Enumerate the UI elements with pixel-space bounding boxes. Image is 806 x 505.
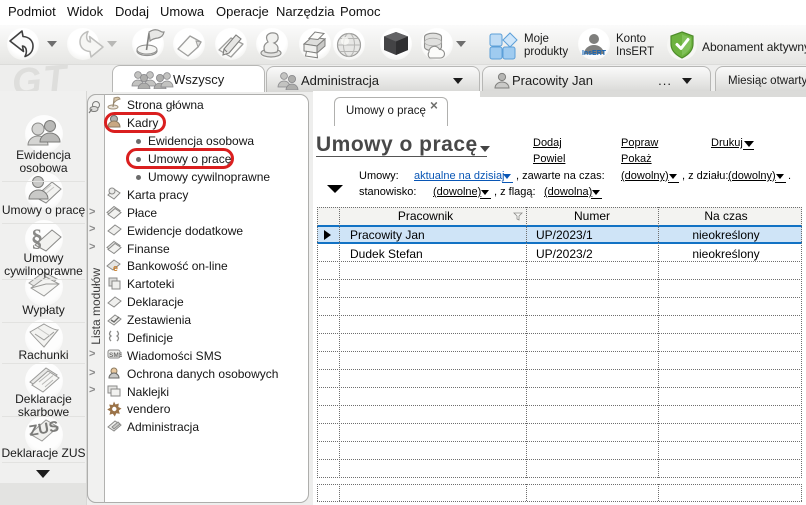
svg-text:InsERT: InsERT	[582, 50, 607, 57]
svg-text:e: e	[113, 263, 118, 273]
svg-text:§: §	[31, 226, 43, 252]
svg-text:ZUS: ZUS	[28, 418, 60, 440]
svg-text:SMS: SMS	[109, 352, 122, 359]
